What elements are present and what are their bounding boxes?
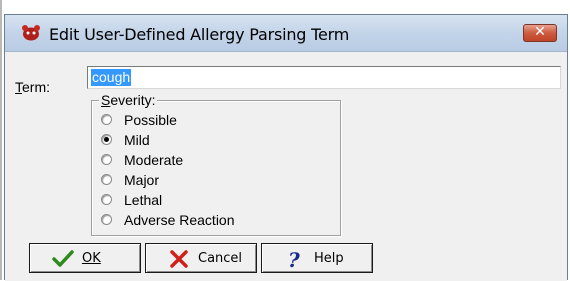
red-x-icon <box>170 250 188 268</box>
allergy-app-icon <box>22 25 40 41</box>
radio-button[interactable] <box>101 214 112 225</box>
checkmark-icon <box>52 250 74 267</box>
window-title: Edit User-Defined Allergy Parsing Term <box>49 25 350 44</box>
ok-label-text: OK <box>82 251 101 266</box>
desktop-edge <box>0 0 2 280</box>
radio-label: Moderate <box>124 152 184 168</box>
help-label: Help <box>314 251 344 266</box>
radio-button[interactable] <box>101 174 112 185</box>
term-value: cough <box>91 69 132 86</box>
cancel-label: Cancel <box>198 251 243 266</box>
ok-button[interactable]: OK <box>29 243 141 273</box>
term-label-mnemonic: T <box>15 79 22 95</box>
severity-legend-rest: everity: <box>110 92 156 108</box>
severity-mnemonic: S <box>101 92 111 108</box>
radio-label: Lethal <box>124 192 163 208</box>
radio-button[interactable] <box>101 194 112 205</box>
term-label-rest: erm: <box>22 79 50 95</box>
radio-label: Major <box>124 172 160 188</box>
close-icon: ✕ <box>534 24 546 40</box>
svg-text:?: ? <box>288 250 300 268</box>
question-mark-icon: ? <box>288 250 300 268</box>
help-button[interactable]: ? Help <box>261 243 373 273</box>
radio-button-checked[interactable] <box>101 134 112 145</box>
cancel-button[interactable]: Cancel <box>145 243 257 273</box>
dialog-window: Edit User-Defined Allergy Parsing Term ✕… <box>4 14 568 281</box>
term-input[interactable]: cough <box>87 66 561 89</box>
radio-button[interactable] <box>101 114 112 125</box>
radio-label: Possible <box>124 112 177 128</box>
close-button[interactable]: ✕ <box>523 24 557 42</box>
dialog-body: Term: cough Severity: Possible Mild Mode… <box>5 52 567 281</box>
radio-button[interactable] <box>101 154 112 165</box>
ok-label: OK <box>82 251 101 266</box>
severity-legend: Severity: <box>99 92 158 108</box>
radio-label: Mild <box>124 132 150 148</box>
radio-label: Adverse Reaction <box>124 212 235 228</box>
title-bar[interactable]: Edit User-Defined Allergy Parsing Term ✕ <box>5 15 567 52</box>
term-label: Term: <box>15 79 50 95</box>
